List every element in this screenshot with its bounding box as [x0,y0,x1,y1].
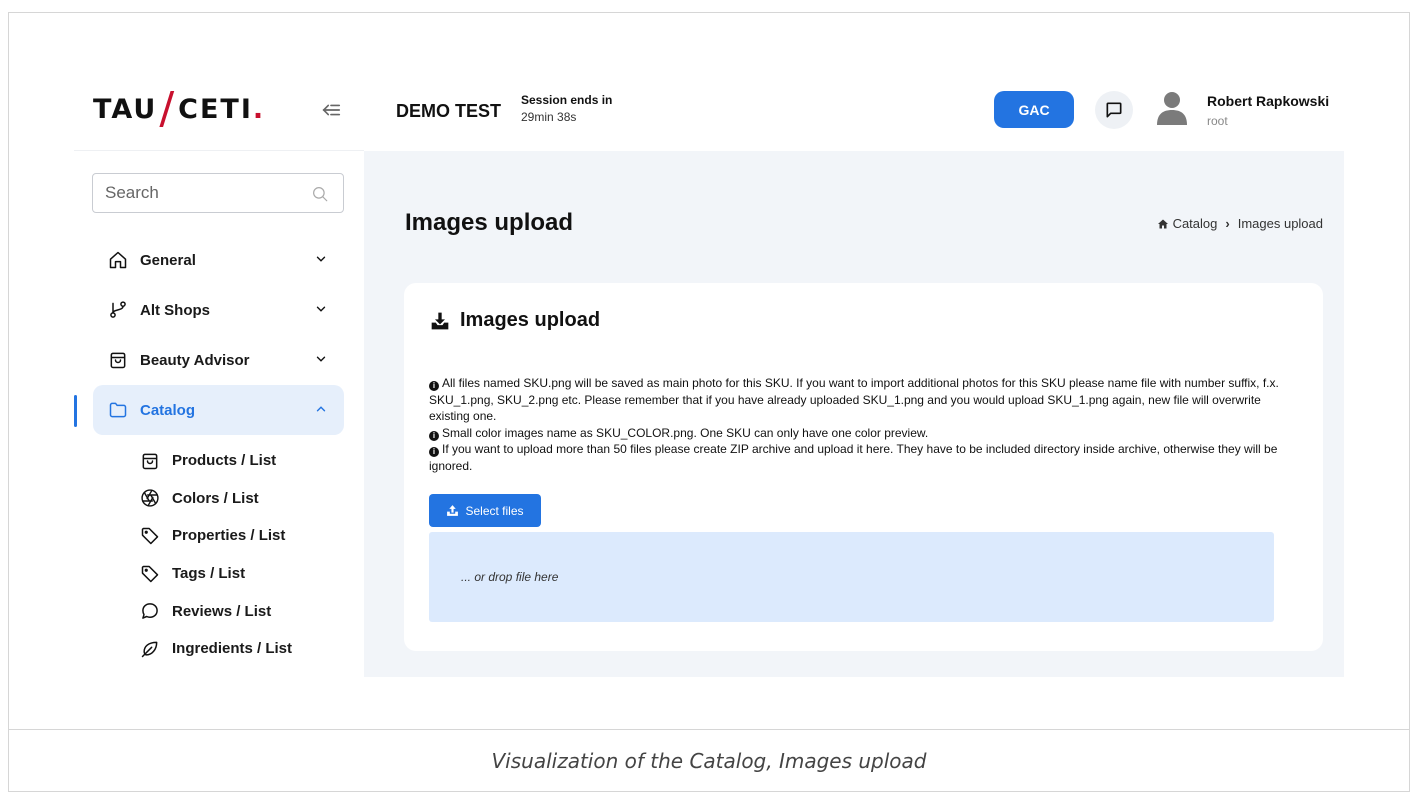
leaf-icon [140,639,160,659]
session-time: 29min 38s [521,110,577,124]
logo[interactable]: TAU / CETI. [93,83,266,135]
submenu-item-products[interactable]: Products / List [74,442,364,480]
sidebar-item-alt-shops[interactable]: Alt Shops [74,285,364,335]
app-window: TAU/CETI. General [74,69,1344,677]
folder-icon [108,400,128,420]
logo-right: CETI [178,94,253,125]
aperture-icon [140,488,160,508]
home-icon [108,250,128,270]
sidebar-item-label: Alt Shops [140,301,210,319]
session-timer: Session ends in 29min 38s [521,93,612,124]
download-tray-icon [431,312,449,329]
submenu-item-label: Properties / List [172,527,286,545]
bag-icon [140,451,160,471]
search-icon[interactable] [311,185,329,203]
submenu-item-label: Products / List [172,452,277,470]
submenu-item-label: Tags / List [172,565,246,583]
info-text-3: If you want to upload more than 50 files… [429,442,1278,473]
sidebar: TAU/CETI. General [74,69,364,677]
message-square-icon [1106,102,1122,118]
catalog-submenu: Products / List Colors / List Properties… [74,442,364,668]
logo-row: TAU / CETI. [74,69,364,151]
logo-slash: / [159,83,177,134]
sidebar-nav: General Alt Shops Beauty Advisor Catalog [74,235,364,435]
sidebar-item-label: General [140,251,196,269]
card-title: Images upload [430,309,600,332]
user-role: root [1207,114,1228,128]
info-icon: i [429,430,439,441]
breadcrumb-current: Images upload [1237,216,1323,231]
submenu-item-properties[interactable]: Properties / List [74,517,364,555]
submenu-item-ingredients[interactable]: Ingredients / List [74,630,364,668]
logo-left: TAU [93,94,158,125]
info-icon: i [429,381,439,391]
chevron-down-icon [316,256,326,262]
top-header: DEMO TEST Session ends in 29min 38s GAC … [364,69,1344,151]
file-dropzone[interactable]: ... or drop file here [429,532,1274,622]
info-icon: i [429,447,439,457]
dropzone-text: ... or drop file here [461,570,559,584]
search-input[interactable] [105,183,305,203]
info-line-3: i If you want to upload more than 50 file… [429,441,1299,474]
sidebar-item-label: Catalog [140,401,196,419]
gac-button[interactable]: GAC [994,91,1074,128]
page-title: Images upload [405,209,574,236]
card-title-text: Images upload [460,309,601,331]
info-line-2: i Small color images name as SKU_COLOR.pn… [429,425,1299,442]
search-box [92,173,344,213]
submenu-item-label: Colors / List [172,489,259,507]
breadcrumb-separator: › [1225,216,1230,231]
upload-icon [447,505,459,516]
branch-icon [108,300,128,320]
sidebar-item-general[interactable]: General [74,235,364,285]
submenu-item-label: Ingredients / List [172,640,293,658]
figure-caption: Visualization of the Catalog, Images upl… [491,748,927,773]
bag-icon [108,350,128,370]
info-line-1: i All files named SKU.png will be saved a… [429,375,1299,425]
chevron-down-icon [316,356,326,362]
sidebar-item-beauty-advisor[interactable]: Beauty Advisor [74,335,364,385]
figure-frame: TAU/CETI. General [8,12,1410,792]
breadcrumb-catalog-link[interactable]: Catalog [1173,216,1218,231]
submenu-item-tags[interactable]: Tags / List [74,555,364,593]
home-icon [1157,219,1168,228]
info-text-1: All files named SKU.png will be saved as… [429,376,1279,423]
select-files-button[interactable]: Select files [429,494,541,527]
chevron-up-icon [316,406,326,412]
session-label: Session ends in [521,93,613,107]
messages-button[interactable] [1095,91,1133,129]
upload-instructions: i All files named SKU.png will be saved a… [429,375,1299,474]
select-files-label: Select files [465,503,524,518]
collapse-menu-icon[interactable] [320,99,342,121]
user-avatar-icon[interactable] [1152,87,1192,127]
logo-dot: . [252,94,266,125]
chevron-down-icon [316,306,326,312]
upload-card: Images upload i All files named SKU.png w… [404,283,1323,651]
sidebar-item-catalog[interactable]: Catalog [93,385,344,435]
info-text-2: Small color images name as SKU_COLOR.png… [442,425,929,440]
submenu-item-colors[interactable]: Colors / List [74,480,364,518]
submenu-item-label: Reviews / List [172,602,272,620]
app-name: DEMO TEST [396,101,502,121]
submenu-item-reviews[interactable]: Reviews / List [74,592,364,630]
tag-icon [140,564,160,584]
chat-bubble-icon [140,601,160,621]
sidebar-item-label: Beauty Advisor [140,351,250,369]
tag-icon [140,526,160,546]
caption-bar: Visualization of the Catalog, Images upl… [9,729,1409,791]
user-name[interactable]: Robert Rapkowski [1207,93,1329,109]
breadcrumb: Catalog › Images upload [1157,216,1323,231]
